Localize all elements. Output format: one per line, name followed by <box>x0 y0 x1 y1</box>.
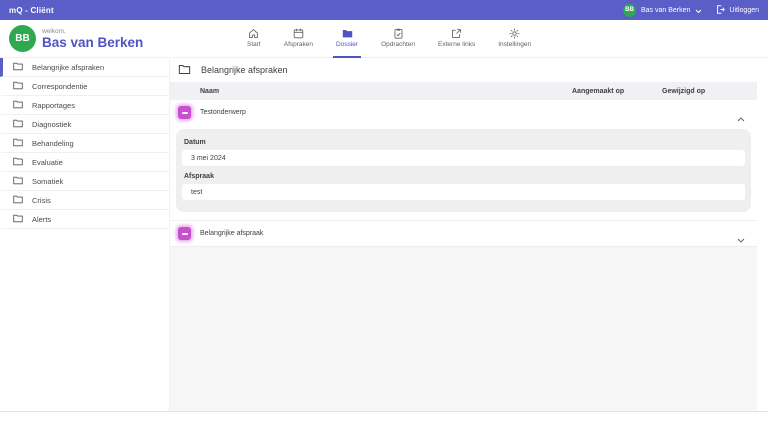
main-content: Belangrijke afspraken Naam Aangemaakt op… <box>170 58 757 411</box>
field-label-datum: Datum <box>184 139 206 146</box>
main-nav: Start Afspraken Dossier Opdrachten Exter… <box>244 20 534 58</box>
sidebar-item-behandeling[interactable]: Behandeling <box>0 134 169 153</box>
table-row-belangrijke-afspraak[interactable]: Belangrijke afspraak <box>170 221 757 246</box>
nav-item-afspraken[interactable]: Afspraken <box>281 20 316 58</box>
nav-label: Instellingen <box>498 41 532 48</box>
section-title: Belangrijke afspraken <box>201 65 288 75</box>
sidebar: Belangrijke afspraken Correspondentie Ra… <box>0 58 170 411</box>
folder-icon <box>13 80 23 92</box>
folder-icon <box>13 118 23 130</box>
nav-label: Externe links <box>438 41 476 48</box>
nav-item-start[interactable]: Start <box>244 20 264 58</box>
sidebar-item-somatiek[interactable]: Somatiek <box>0 172 169 191</box>
sidebar-item-label: Alerts <box>32 214 52 224</box>
afspraak-field[interactable]: test <box>182 184 745 200</box>
nav-item-opdrachten[interactable]: Opdrachten <box>378 20 418 58</box>
column-header-gewijzigd-op: Gewijzigd op <box>662 87 706 95</box>
chevron-up-icon[interactable] <box>737 109 745 127</box>
topbar-right: BB Bas van Berken Uitloggen <box>623 1 759 19</box>
folder-icon <box>13 137 23 149</box>
section-header: Belangrijke afspraken <box>170 58 757 82</box>
sidebar-item-label: Somatiek <box>32 176 64 186</box>
nav-label: Start <box>247 41 261 48</box>
chevron-down-icon <box>695 1 702 19</box>
logout-icon <box>716 4 726 16</box>
folder-icon <box>178 63 191 77</box>
sidebar-item-evaluatie[interactable]: Evaluatie <box>0 153 169 172</box>
folder-icon <box>13 213 23 225</box>
content-background <box>170 246 757 411</box>
page-header: BB welkom, Bas van Berken Start Afsprake… <box>0 20 768 58</box>
nav-label: Dossier <box>336 41 359 48</box>
column-header-aangemaakt-op: Aangemaakt op <box>572 87 625 95</box>
body: Belangrijke afspraken Correspondentie Ra… <box>0 58 768 411</box>
folder-icon <box>13 99 23 111</box>
sidebar-item-label: Evaluatie <box>32 157 63 167</box>
table-header: Naam Aangemaakt op Gewijzigd op <box>170 82 757 100</box>
topic-icon <box>178 227 191 240</box>
folder-icon <box>13 156 23 168</box>
nav-item-dossier[interactable]: Dossier <box>333 20 362 58</box>
sidebar-item-label: Diagnostiek <box>32 119 72 129</box>
gear-icon <box>509 28 520 39</box>
app-window: mQ - Cliënt BB Bas van Berken Uitloggen … <box>0 0 768 423</box>
user-menu[interactable]: BB Bas van Berken <box>623 1 702 19</box>
sidebar-item-rapportages[interactable]: Rapportages <box>0 96 169 115</box>
sidebar-item-diagnostiek[interactable]: Diagnostiek <box>0 115 169 134</box>
nav-label: Afspraken <box>283 41 314 48</box>
topbar: mQ - Cliënt BB Bas van Berken Uitloggen <box>0 0 768 20</box>
avatar: BB <box>623 3 636 17</box>
folder-icon <box>13 61 23 73</box>
table-row-testonderwerp[interactable]: Testonderwerp <box>170 100 757 125</box>
sidebar-item-label: Belangrijke afspraken <box>32 62 105 72</box>
nav-item-instellingen[interactable]: Instellingen <box>495 20 534 58</box>
detail-panel: Datum 3 mei 2024 Afspraak test <box>176 129 751 212</box>
app-title: mQ - Cliënt <box>9 5 54 15</box>
client-identity: BB welkom, Bas van Berken <box>0 25 143 52</box>
nav-label: Opdrachten <box>381 41 416 48</box>
avatar: BB <box>9 25 36 52</box>
sidebar-item-crisis[interactable]: Crisis <box>0 191 169 210</box>
logout-label: Uitloggen <box>729 6 759 14</box>
sidebar-item-correspondentie[interactable]: Correspondentie <box>0 77 169 96</box>
nav-item-externe-links[interactable]: Externe links <box>435 20 478 58</box>
topic-icon <box>178 106 191 119</box>
sidebar-item-label: Behandeling <box>32 138 74 148</box>
clipboard-icon <box>393 28 404 39</box>
user-name: Bas van Berken <box>641 6 691 14</box>
external-link-icon <box>451 28 462 39</box>
sidebar-item-belangrijke-afspraken[interactable]: Belangrijke afspraken <box>0 58 169 77</box>
logout-button[interactable]: Uitloggen <box>716 4 759 16</box>
folder-icon <box>13 194 23 206</box>
chevron-down-icon[interactable] <box>737 230 745 248</box>
sidebar-item-label: Crisis <box>32 195 51 205</box>
sidebar-item-label: Correspondentie <box>32 81 88 91</box>
column-header-naam: Naam <box>200 87 220 95</box>
home-icon <box>248 28 259 39</box>
sidebar-item-label: Rapportages <box>32 100 75 110</box>
folder-icon <box>13 175 23 187</box>
folder-icon <box>342 28 353 39</box>
calendar-icon <box>293 28 304 39</box>
field-label-afspraak: Afspraak <box>184 173 214 180</box>
datum-field[interactable]: 3 mei 2024 <box>182 150 745 166</box>
bottom-strip <box>0 411 768 423</box>
sidebar-item-alerts[interactable]: Alerts <box>0 210 169 229</box>
client-name: Bas van Berken <box>42 34 144 50</box>
